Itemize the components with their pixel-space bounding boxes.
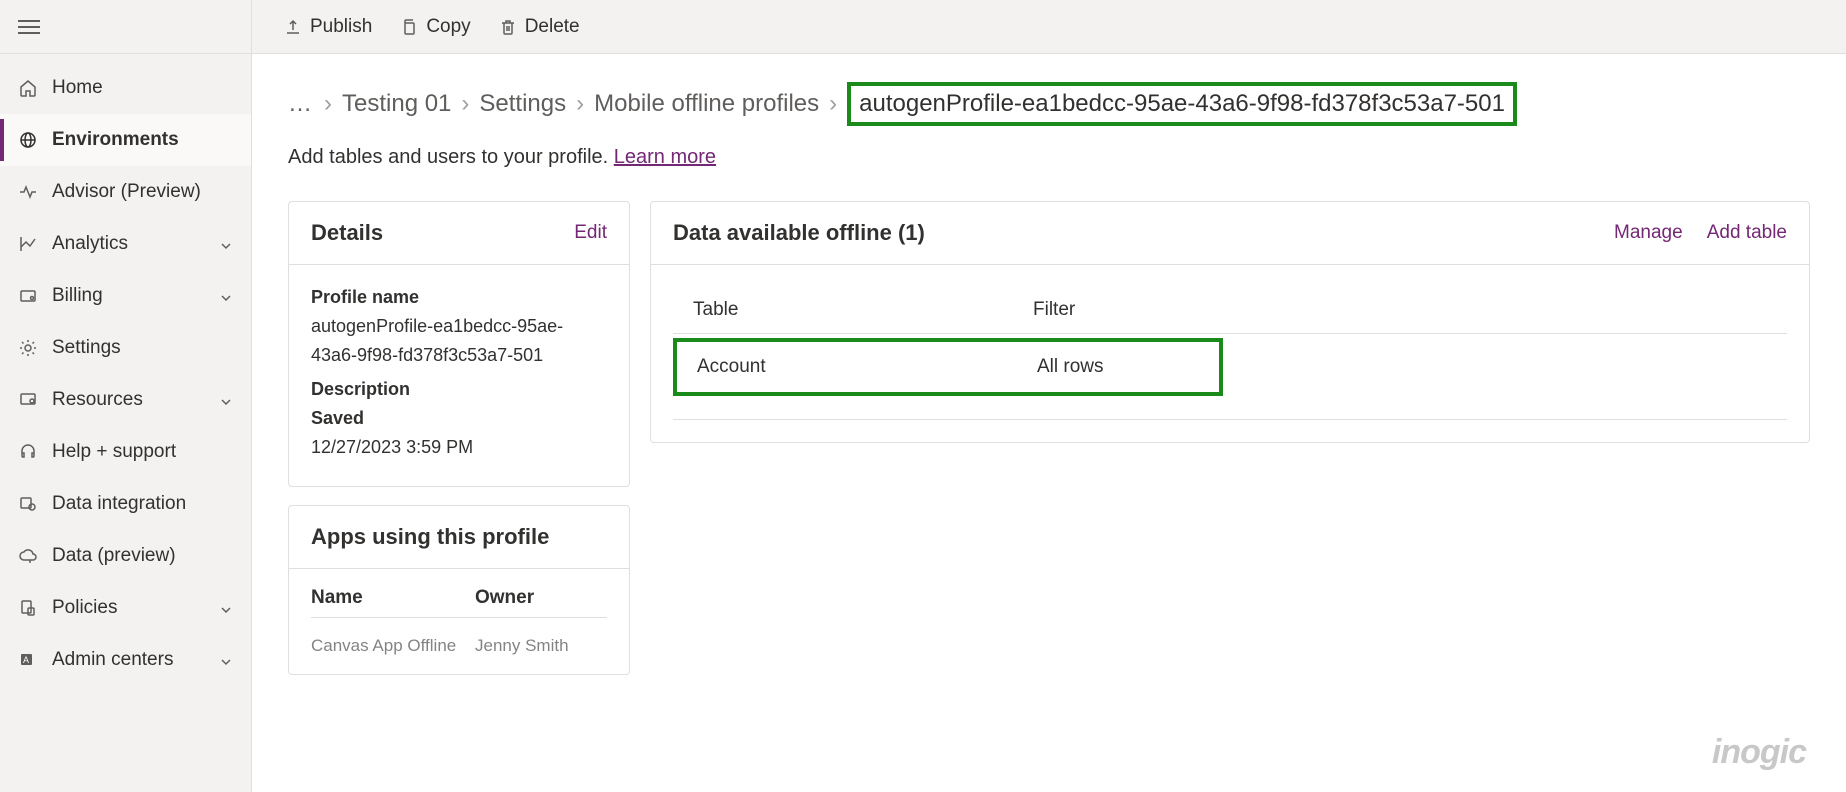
cell-filter: All rows	[1037, 356, 1199, 378]
table-header-row: Table Filter	[673, 287, 1787, 334]
publish-label: Publish	[310, 16, 372, 38]
sidebar-item-data-integration[interactable]: Data integration	[0, 478, 251, 530]
data-integration-icon	[18, 494, 38, 514]
sidebar-item-analytics[interactable]: Analytics	[0, 218, 251, 270]
apps-row-name: Canvas App Offline	[311, 636, 475, 656]
chevron-right-icon: ›	[829, 90, 837, 118]
data-offline-title: Data available offline (1)	[673, 220, 925, 246]
apps-title: Apps using this profile	[311, 524, 549, 550]
chevron-right-icon: ›	[576, 90, 584, 118]
table-row-account[interactable]: Account All rows	[673, 338, 1223, 396]
chevron-down-icon	[219, 393, 233, 407]
sidebar-label: Help + support	[52, 441, 233, 463]
breadcrumb-profiles[interactable]: Mobile offline profiles	[594, 90, 819, 118]
delete-icon	[499, 18, 517, 36]
saved-value: 12/27/2023 3:59 PM	[311, 433, 607, 462]
sidebar-item-advisor[interactable]: Advisor (Preview)	[0, 166, 251, 218]
resources-icon	[18, 390, 38, 410]
chevron-right-icon: ›	[324, 90, 332, 118]
sidebar-item-help[interactable]: Help + support	[0, 426, 251, 478]
chevron-down-icon	[219, 653, 233, 667]
sidebar-label: Policies	[52, 597, 219, 619]
saved-label: Saved	[311, 404, 607, 433]
sidebar-label: Advisor (Preview)	[52, 181, 233, 203]
profile-name-label: Profile name	[311, 283, 607, 312]
copy-icon	[400, 18, 418, 36]
sidebar-label: Resources	[52, 389, 219, 411]
chevron-down-icon	[219, 237, 233, 251]
apps-col-name: Name	[311, 587, 475, 609]
apps-card: Apps using this profile Name Owner Canva…	[288, 505, 630, 675]
sidebar-item-data-preview[interactable]: Data (preview)	[0, 530, 251, 582]
add-table-button[interactable]: Add table	[1707, 222, 1787, 244]
sidebar-label: Environments	[52, 129, 233, 151]
nav: Home Environments Advisor (Preview) Anal…	[0, 54, 251, 686]
table-divider	[673, 396, 1787, 420]
edit-button[interactable]: Edit	[574, 222, 607, 244]
subtext: Add tables and users to your profile. Le…	[288, 146, 1810, 169]
col-filter-header: Filter	[1033, 299, 1767, 321]
policies-icon	[18, 598, 38, 618]
sidebar-item-environments[interactable]: Environments	[0, 114, 251, 166]
sidebar-label: Data (preview)	[52, 545, 233, 567]
gear-icon	[18, 338, 38, 358]
description-label: Description	[311, 375, 607, 404]
delete-label: Delete	[525, 16, 580, 38]
admin-icon: A	[18, 650, 38, 670]
breadcrumb-overflow[interactable]: …	[288, 90, 314, 118]
data-offline-card: Data available offline (1) Manage Add ta…	[650, 201, 1810, 443]
sidebar-item-policies[interactable]: Policies	[0, 582, 251, 634]
col-table-header: Table	[693, 299, 1033, 321]
sidebar-label: Home	[52, 77, 233, 99]
sidebar-label: Admin centers	[52, 649, 219, 671]
svg-text:A: A	[23, 655, 29, 665]
content: … › Testing 01 › Settings › Mobile offli…	[252, 54, 1846, 792]
watermark: inogic	[1712, 733, 1806, 772]
chevron-right-icon: ›	[461, 90, 469, 118]
billing-icon	[18, 286, 38, 306]
sidebar-label: Analytics	[52, 233, 219, 255]
profile-name-value: autogenProfile-ea1bedcc-95ae-43a6-9f98-f…	[311, 312, 607, 370]
sidebar-label: Billing	[52, 285, 219, 307]
details-title: Details	[311, 220, 383, 246]
apps-col-owner: Owner	[475, 587, 607, 609]
apps-row-owner: Jenny Smith	[475, 636, 607, 656]
home-icon	[18, 78, 38, 98]
breadcrumb-env[interactable]: Testing 01	[342, 90, 451, 118]
chevron-down-icon	[219, 601, 233, 615]
sidebar: Home Environments Advisor (Preview) Anal…	[0, 0, 252, 792]
delete-button[interactable]: Delete	[499, 16, 580, 38]
publish-icon	[284, 18, 302, 36]
sidebar-item-admin-centers[interactable]: A Admin centers	[0, 634, 251, 686]
learn-more-link[interactable]: Learn more	[614, 146, 716, 168]
sidebar-item-resources[interactable]: Resources	[0, 374, 251, 426]
details-card: Details Edit Profile name autogenProfile…	[288, 201, 630, 487]
apps-row[interactable]: Canvas App Offline Jenny Smith	[311, 618, 607, 656]
sidebar-item-billing[interactable]: Billing	[0, 270, 251, 322]
cell-table: Account	[697, 356, 1037, 378]
sidebar-label: Settings	[52, 337, 233, 359]
chevron-down-icon	[219, 289, 233, 303]
breadcrumb-settings[interactable]: Settings	[479, 90, 566, 118]
toolbar: Publish Copy Delete	[252, 0, 1846, 54]
sidebar-item-home[interactable]: Home	[0, 62, 251, 114]
manage-button[interactable]: Manage	[1614, 222, 1683, 244]
publish-button[interactable]: Publish	[284, 16, 372, 38]
cloud-icon	[18, 546, 38, 566]
subtext-text: Add tables and users to your profile.	[288, 146, 614, 168]
headset-icon	[18, 442, 38, 462]
copy-button[interactable]: Copy	[400, 16, 470, 38]
chart-icon	[18, 234, 38, 254]
breadcrumb-current: autogenProfile-ea1bedcc-95ae-43a6-9f98-f…	[847, 82, 1517, 126]
breadcrumb: … › Testing 01 › Settings › Mobile offli…	[288, 82, 1810, 126]
hamburger-wrap	[0, 0, 251, 54]
pulse-icon	[18, 182, 38, 202]
sidebar-item-settings[interactable]: Settings	[0, 322, 251, 374]
main: Publish Copy Delete … › Testing 01 › Set…	[252, 0, 1846, 792]
copy-label: Copy	[426, 16, 470, 38]
globe-icon	[18, 130, 38, 150]
sidebar-label: Data integration	[52, 493, 233, 515]
hamburger-button[interactable]	[18, 20, 40, 34]
